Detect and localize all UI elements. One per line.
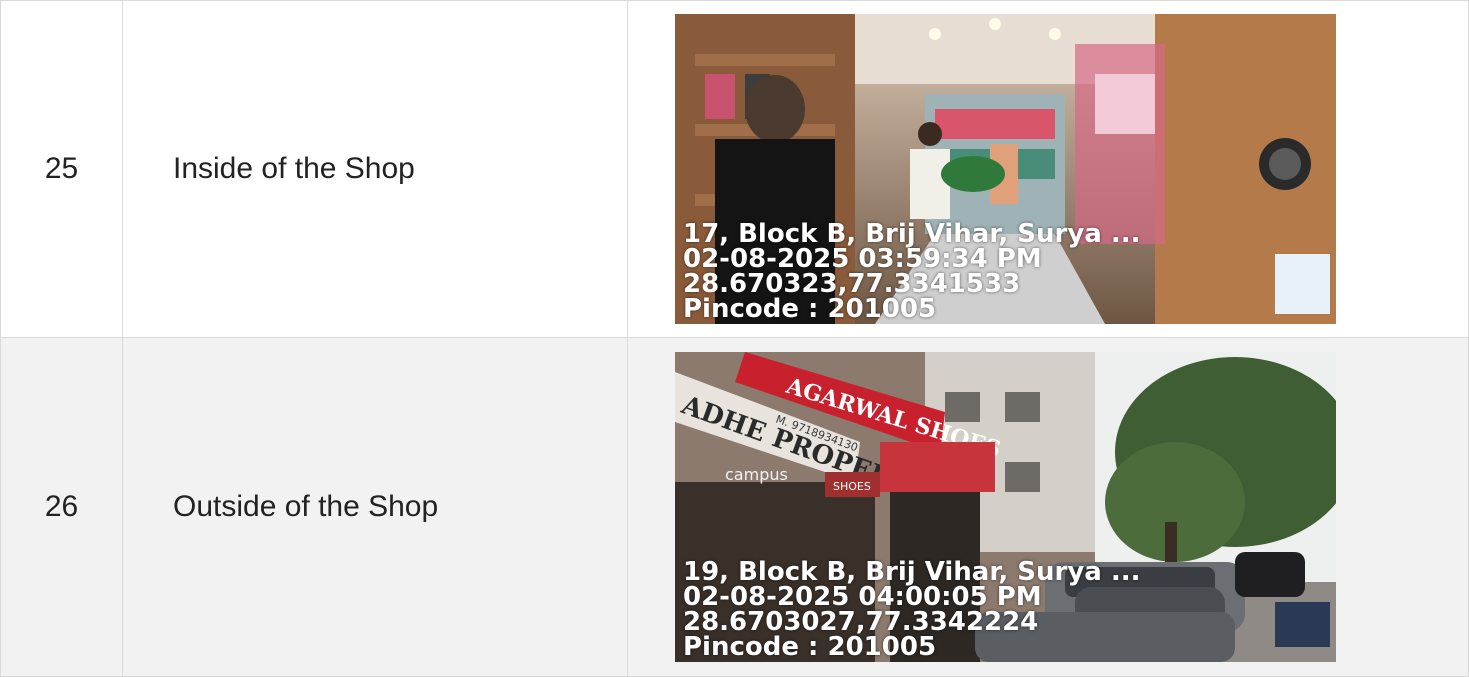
geotag-pincode: Pincode : 201005	[683, 294, 937, 324]
shop-inside-photo: 17, Block B, Brij Vihar, Surya ... 02-08…	[675, 14, 1336, 324]
row-number: 26	[0, 337, 123, 677]
geotag-overlay: 19, Block B, Brij Vihar, Surya ... 02-08…	[683, 559, 1141, 662]
geotag-pincode: Pincode : 201005	[683, 632, 937, 662]
row-description: Inside of the Shop	[122, 0, 628, 338]
photo-log-table: 25 Inside of the Shop 17, Block B, Brij …	[0, 0, 1469, 677]
geotag-overlay: 17, Block B, Brij Vihar, Surya ... 02-08…	[683, 221, 1141, 324]
brand-sign: campus	[725, 465, 788, 484]
shop-outside-photo: AGARWAL SHOES ADHE PROPERTIES M. 9718934…	[675, 352, 1336, 662]
row-number: 25	[0, 0, 123, 338]
table-row: 26 Outside of the Shop AGARWAL SHOES ADH…	[0, 337, 1469, 677]
shoes-sign: SHOES	[833, 480, 871, 493]
photo-cell: AGARWAL SHOES ADHE PROPERTIES M. 9718934…	[627, 337, 1469, 677]
row-description: Outside of the Shop	[122, 337, 628, 677]
table-row: 25 Inside of the Shop 17, Block B, Brij …	[0, 0, 1469, 338]
photo-cell: 17, Block B, Brij Vihar, Surya ... 02-08…	[627, 0, 1469, 338]
